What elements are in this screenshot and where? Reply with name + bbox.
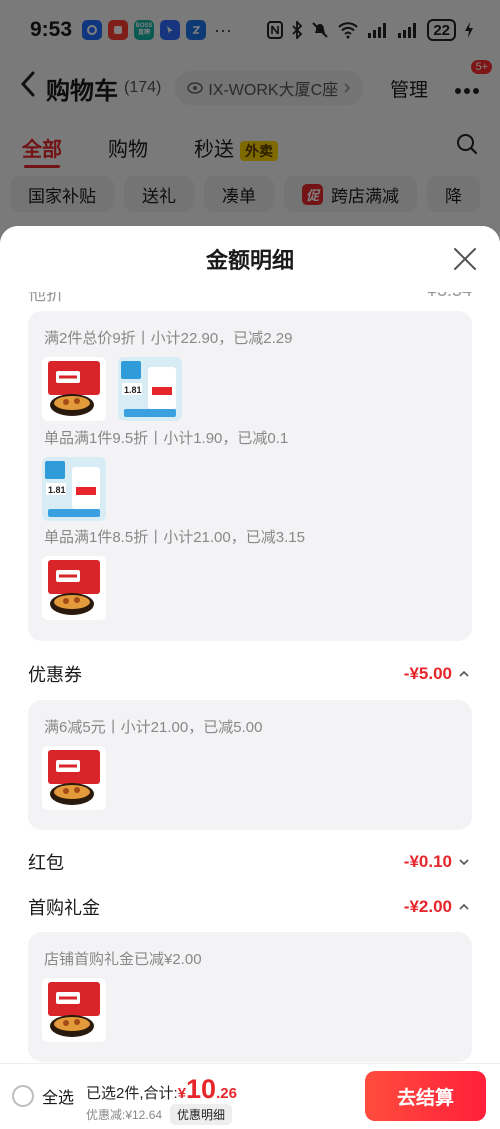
coupon-detail-line: 满6减5元丨小计21.00，已减5.00 — [44, 719, 263, 736]
product-thumb-drink[interactable]: 1.81 — [118, 357, 182, 421]
chevron-up-icon — [459, 670, 469, 677]
first-gift-detail-card: 店铺首购礼金已减¥2.00 — [28, 932, 472, 1062]
select-all-toggle[interactable]: 全选 — [12, 1084, 74, 1108]
sheet-body[interactable]: 他折 -¥3.54 满2件总价9折丨小计22.90，已减2.29 1.81 单品… — [0, 280, 500, 1063]
product-thumb-noodle-3[interactable] — [42, 746, 106, 810]
discount-summary: 优惠减:¥12.64 优惠明细 — [86, 1104, 233, 1125]
first-gift-label: 首购礼金 — [28, 898, 100, 918]
first-gift-detail-line: 店铺首购礼金已减¥2.00 — [44, 951, 202, 968]
selected-count-text: 已选2件,合计: — [86, 1085, 178, 1102]
coupon-detail-card: 满6减5元丨小计21.00，已减5.00 — [28, 700, 472, 830]
sheet-header: 金额明细 — [0, 226, 500, 292]
noodle-product-image — [42, 357, 106, 421]
red-packet-label: 红包 — [28, 853, 64, 873]
chevron-down-icon — [459, 859, 469, 866]
noodle-product-image — [42, 746, 106, 810]
product-thumb-noodle-4[interactable] — [42, 978, 106, 1042]
coupon-row[interactable]: 优惠券 -¥5.00 — [28, 659, 470, 689]
svg-text:1.81: 1.81 — [124, 385, 142, 395]
svg-text:1.81: 1.81 — [48, 485, 66, 495]
sheet-title: 金额明细 — [205, 248, 294, 273]
currency-symbol: ¥ — [177, 1085, 187, 1102]
checkout-footer: 全选 已选2件,合计: ¥ 10 .26 优惠减:¥12.64 优惠明细 去结算 — [0, 1063, 500, 1129]
amount-detail-sheet: 金额明细 他折 -¥3.54 满2件总价9折丨小计22.90，已减2.29 1.… — [0, 226, 500, 1063]
noodle-product-image — [42, 556, 106, 620]
checkout-button[interactable]: 去结算 — [365, 1071, 486, 1121]
red-packet-amount-wrap: -¥0.10 — [404, 852, 470, 872]
select-all-label: 全选 — [42, 1090, 75, 1107]
drink-product-image: 1.81 — [118, 357, 182, 421]
discount-line-3: 单品满1件8.5折丨小计21.00，已减3.15 — [44, 529, 305, 546]
first-gift-row[interactable]: 首购礼金 -¥2.00 — [28, 892, 470, 922]
total-integer: 10 — [186, 1074, 217, 1104]
discount-detail-button[interactable]: 优惠明细 — [170, 1104, 233, 1125]
product-thumb-noodle[interactable] — [42, 357, 106, 421]
drink-product-image: 1.81 — [42, 457, 106, 521]
coupon-amount-wrap: -¥5.00 — [404, 664, 470, 684]
total-decimal: .26 — [216, 1085, 237, 1102]
select-all-radio[interactable] — [12, 1085, 34, 1107]
product-thumb-drink-2[interactable]: 1.81 — [42, 457, 106, 521]
first-gift-amount-wrap: -¥2.00 — [404, 897, 470, 917]
chevron-up-icon — [459, 903, 469, 910]
discount-line-2: 单品满1件9.5折丨小计1.90，已减0.1 — [44, 430, 289, 447]
coupon-amount: -¥5.00 — [403, 664, 452, 683]
product-thumb-noodle-2[interactable] — [42, 556, 106, 620]
discount-total: 优惠减:¥12.64 — [86, 1108, 163, 1122]
discount-line-1: 满2件总价9折丨小计22.90，已减2.29 — [44, 330, 293, 347]
close-icon[interactable] — [452, 246, 478, 272]
noodle-product-image — [42, 978, 106, 1042]
coupon-label: 优惠券 — [28, 665, 82, 685]
discount-group-card: 满2件总价9折丨小计22.90，已减2.29 1.81 单品满1件9.5折丨小计… — [28, 311, 472, 641]
red-packet-amount: -¥0.10 — [403, 852, 452, 871]
first-gift-amount: -¥2.00 — [403, 897, 452, 916]
total-summary: 已选2件,合计: ¥ 10 .26 — [86, 1074, 237, 1105]
red-packet-row[interactable]: 红包 -¥0.10 — [28, 847, 470, 877]
